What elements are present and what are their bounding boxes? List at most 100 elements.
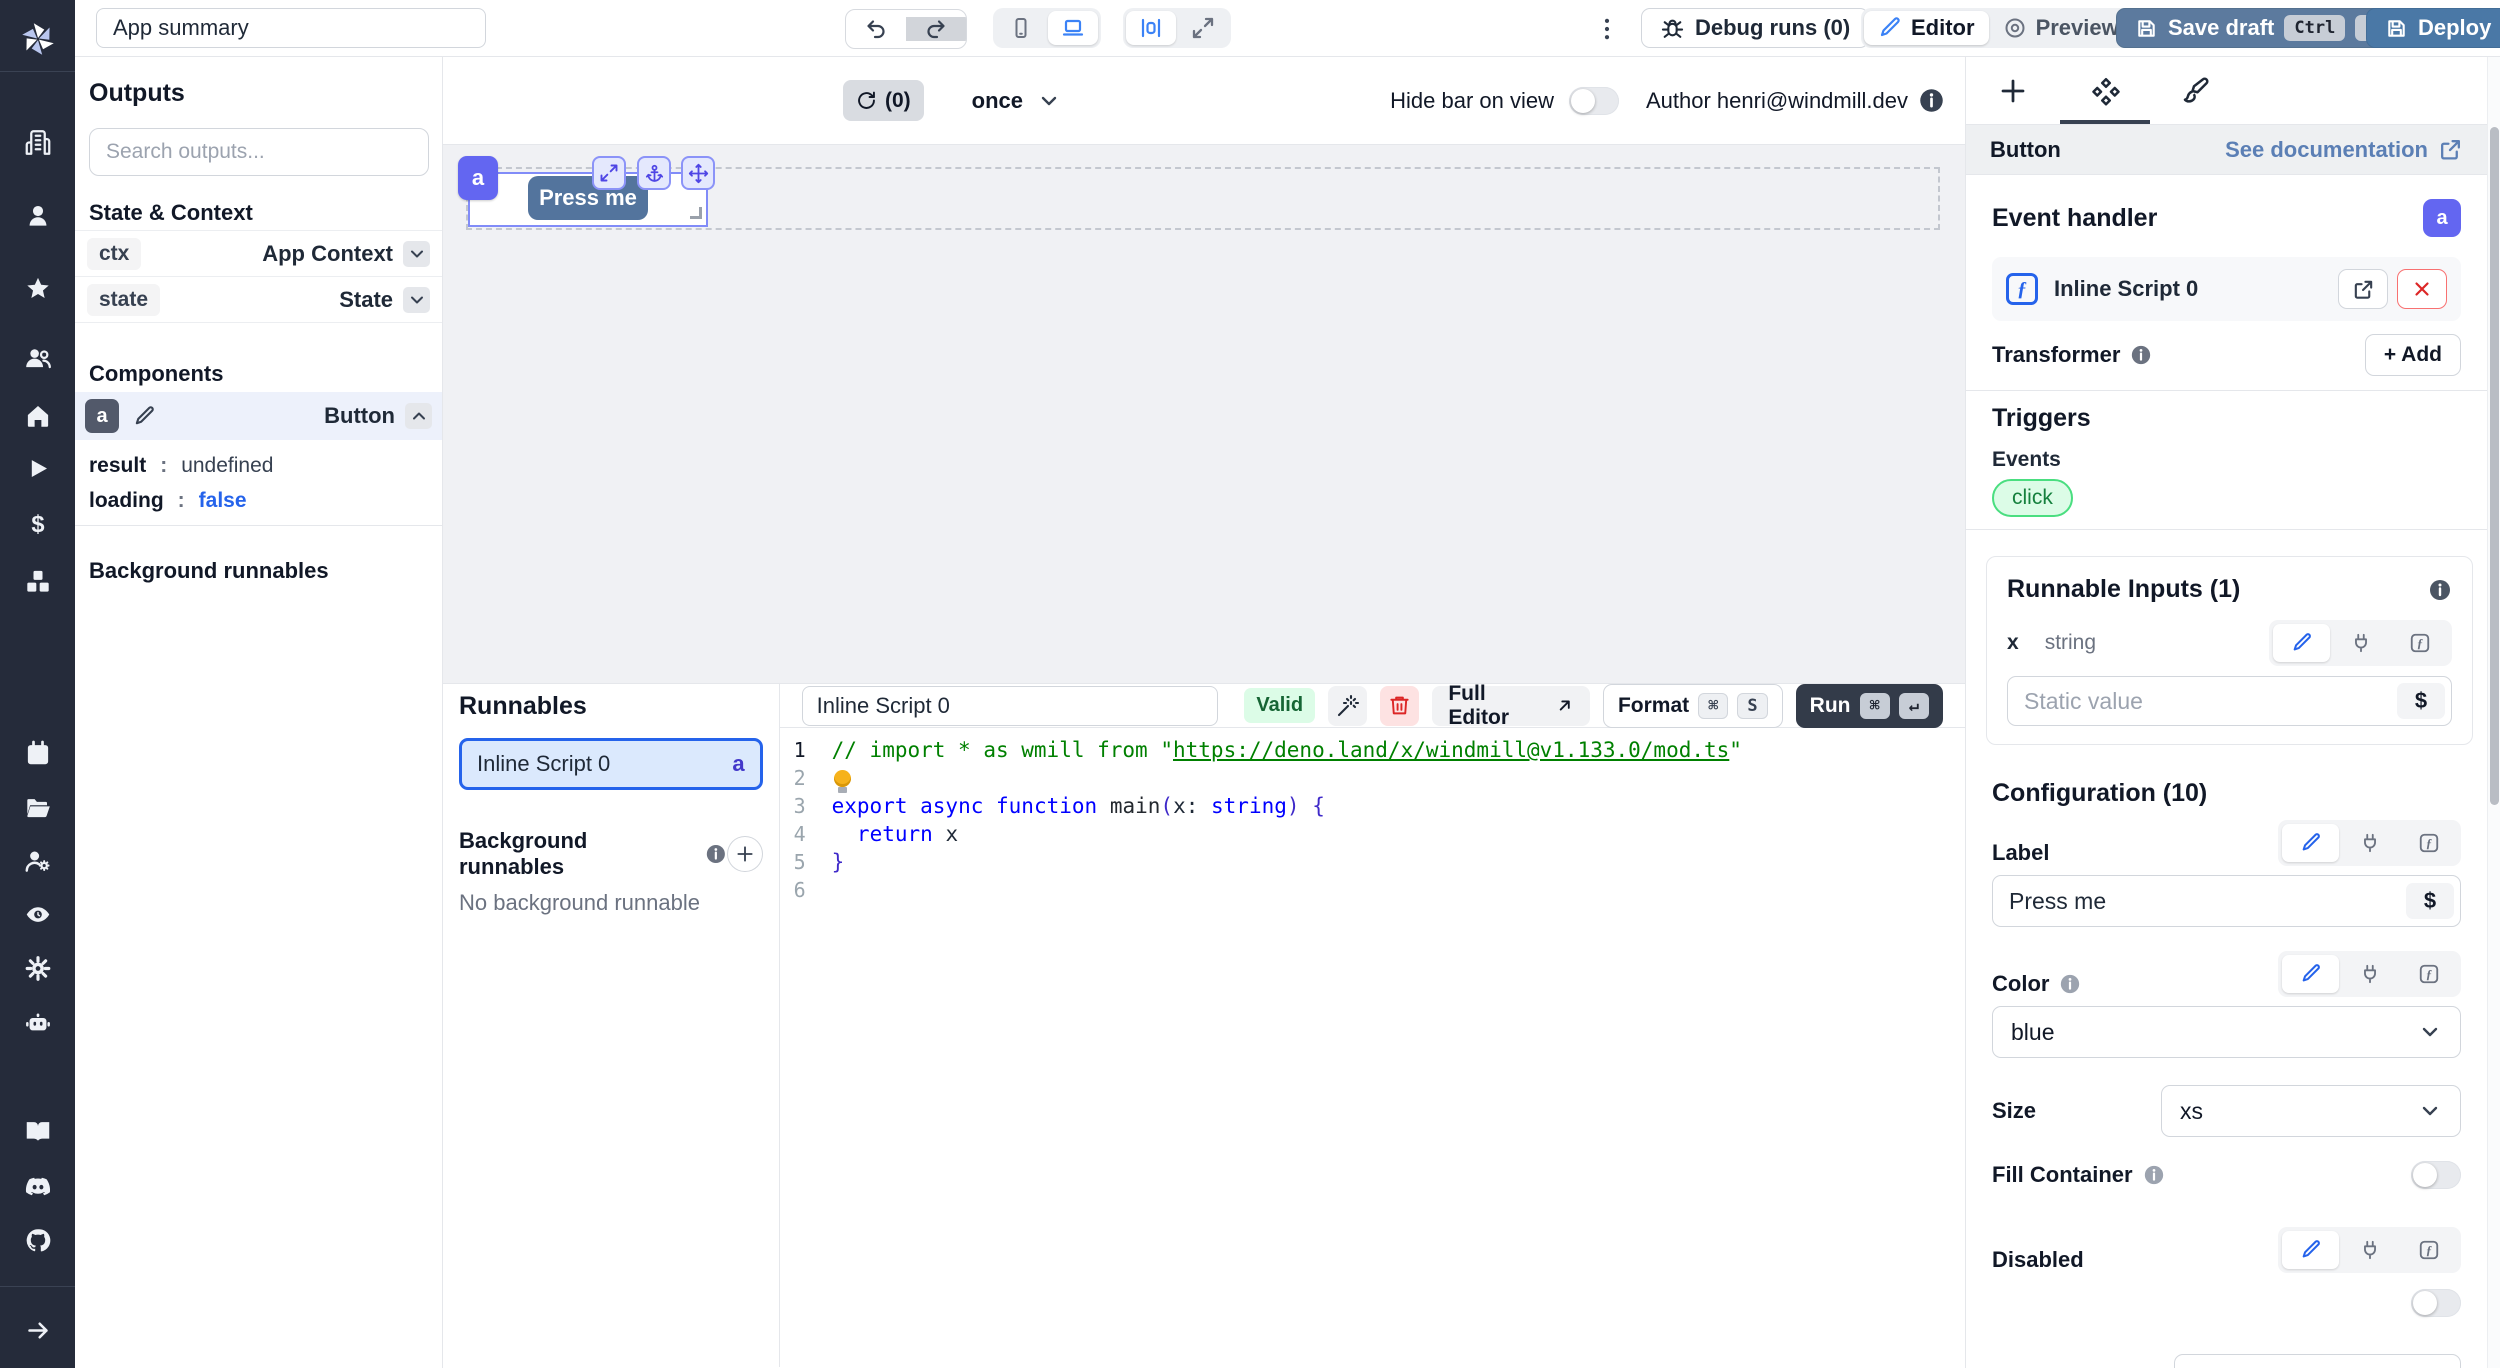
code-line[interactable]: 1// import * as wmill from "https://deno… — [780, 736, 1965, 764]
label-value-input[interactable]: Press me $ — [1992, 875, 2461, 927]
template-toggle-button[interactable]: $ — [2406, 883, 2454, 919]
connect-kind-button[interactable] — [2341, 955, 2398, 993]
user-cog-icon[interactable] — [24, 847, 51, 874]
press-me-button[interactable]: Press me — [528, 176, 648, 220]
loading-prop[interactable]: loading : false — [75, 489, 442, 513]
connect-kind-button[interactable] — [2341, 824, 2398, 862]
full-width-button[interactable] — [1178, 11, 1228, 45]
deploy-button[interactable]: Deploy — [2366, 8, 2500, 48]
anchor-component-button[interactable] — [637, 156, 671, 190]
folder-open-icon[interactable] — [24, 794, 51, 821]
desktop-view-button[interactable] — [1048, 11, 1098, 45]
discord-icon[interactable] — [24, 1173, 51, 1200]
user-icon[interactable] — [24, 202, 51, 229]
color-select[interactable]: blue — [1992, 1006, 2461, 1058]
script-name-input[interactable] — [802, 686, 1219, 726]
info-icon[interactable] — [2059, 973, 2081, 995]
robot-icon[interactable] — [24, 1009, 51, 1036]
schedule-select[interactable]: once — [972, 88, 1061, 114]
compute-kind-button[interactable] — [2400, 955, 2457, 993]
code-line[interactable]: 2 — [780, 764, 1965, 792]
before-icon-select[interactable] — [2174, 1354, 2461, 1368]
play-icon[interactable] — [24, 455, 51, 482]
event-handler-script-card[interactable]: ƒ Inline Script 0 — [1992, 257, 2461, 321]
component-output-row[interactable]: a Button — [75, 392, 442, 440]
debug-runs-button[interactable]: Debug runs (0) — [1641, 8, 1869, 48]
right-panel-scrollbar[interactable] — [2487, 57, 2500, 1368]
expand-component-button[interactable] — [592, 156, 626, 190]
format-button[interactable]: Format ⌘ S — [1603, 684, 1783, 728]
full-editor-button[interactable]: Full Editor — [1432, 686, 1590, 726]
building-icon[interactable] — [24, 129, 51, 156]
styling-tab-icon[interactable] — [2180, 76, 2210, 106]
code-lines[interactable]: 1// import * as wmill from "https://deno… — [780, 728, 1965, 1367]
tab-preview[interactable]: Preview — [1989, 11, 2133, 45]
undo-button[interactable] — [846, 17, 906, 41]
compute-kind-button[interactable] — [2400, 824, 2457, 862]
output-row-state[interactable]: state State — [75, 276, 442, 322]
remove-script-button[interactable] — [2397, 269, 2447, 309]
compute-kind-button[interactable] — [2400, 1231, 2457, 1269]
state-expand-button[interactable] — [403, 287, 430, 313]
connect-kind-button[interactable] — [2341, 1231, 2398, 1269]
add-transformer-button[interactable]: + Add — [2365, 334, 2461, 376]
ai-wand-button[interactable] — [1328, 686, 1367, 726]
save-draft-button[interactable]: Save draft Ctrl S — [2116, 8, 2405, 48]
expand-sidebar-arrow-icon[interactable] — [24, 1317, 51, 1344]
rename-pencil-icon[interactable] — [133, 405, 156, 428]
static-kind-button[interactable] — [2282, 824, 2339, 862]
info-icon[interactable] — [2428, 578, 2452, 602]
app-canvas[interactable]: a Press me — [443, 145, 1965, 683]
code-line[interactable]: 4 return x — [780, 820, 1965, 848]
info-icon[interactable] — [2130, 344, 2152, 366]
users-icon[interactable] — [24, 344, 51, 371]
hide-bar-toggle[interactable] — [1569, 87, 1619, 115]
book-open-icon[interactable] — [24, 1117, 51, 1144]
open-script-button[interactable] — [2338, 269, 2388, 309]
template-toggle-button[interactable]: $ — [2397, 683, 2445, 719]
ctx-expand-button[interactable] — [403, 241, 430, 267]
kebab-menu-icon[interactable] — [1593, 15, 1621, 43]
compute-kind-button[interactable] — [2391, 624, 2448, 662]
dollar-icon[interactable] — [24, 511, 51, 538]
boxes-icon[interactable] — [24, 568, 51, 595]
fill-container-toggle[interactable] — [2411, 1161, 2461, 1189]
output-row-ctx[interactable]: ctx App Context — [75, 230, 442, 276]
calendar-icon[interactable] — [24, 740, 51, 767]
static-kind-button[interactable] — [2282, 955, 2339, 993]
search-outputs-input[interactable] — [89, 128, 429, 176]
runnable-item-inline-script-0[interactable]: Inline Script 0 a — [459, 738, 763, 790]
info-icon[interactable] — [2143, 1164, 2165, 1186]
code-line[interactable]: 6 — [780, 876, 1965, 904]
static-value-input[interactable]: Static value $ — [2007, 676, 2452, 726]
home-icon[interactable] — [24, 402, 51, 429]
app-summary-input[interactable] — [96, 8, 486, 48]
static-kind-button[interactable] — [2273, 624, 2330, 662]
connect-kind-button[interactable] — [2332, 624, 2389, 662]
lightbulb-hint-icon[interactable] — [834, 770, 851, 787]
result-prop[interactable]: result : undefined — [75, 454, 442, 478]
center-content-button[interactable] — [1126, 11, 1176, 45]
code-line[interactable]: 3export async function main(x: string) { — [780, 792, 1965, 820]
component-settings-tab-icon[interactable] — [2091, 76, 2121, 106]
refresh-count-button[interactable]: (0) — [843, 80, 924, 121]
delete-script-button[interactable] — [1380, 686, 1419, 726]
see-documentation-link[interactable]: See documentation — [2225, 137, 2463, 163]
static-kind-button[interactable] — [2282, 1231, 2339, 1269]
size-select[interactable]: xs — [2161, 1085, 2461, 1137]
scrollbar-thumb[interactable] — [2490, 127, 2499, 805]
run-button[interactable]: Run ⌘ ↵ — [1796, 684, 1943, 728]
star-icon[interactable] — [24, 275, 51, 302]
info-icon[interactable] — [705, 843, 727, 865]
tab-editor[interactable]: Editor — [1864, 11, 1989, 45]
windmill-logo-icon[interactable] — [17, 17, 59, 59]
move-component-button[interactable] — [681, 156, 715, 190]
insert-component-tab-icon[interactable] — [1998, 76, 2028, 106]
info-icon[interactable] — [1918, 87, 1945, 114]
resize-handle[interactable] — [690, 207, 702, 219]
code-line[interactable]: 5} — [780, 848, 1965, 876]
add-background-runnable-button[interactable] — [727, 836, 763, 872]
settings-gear-icon[interactable] — [24, 955, 51, 982]
disabled-toggle[interactable] — [2411, 1289, 2461, 1317]
eye-icon[interactable] — [24, 901, 51, 928]
